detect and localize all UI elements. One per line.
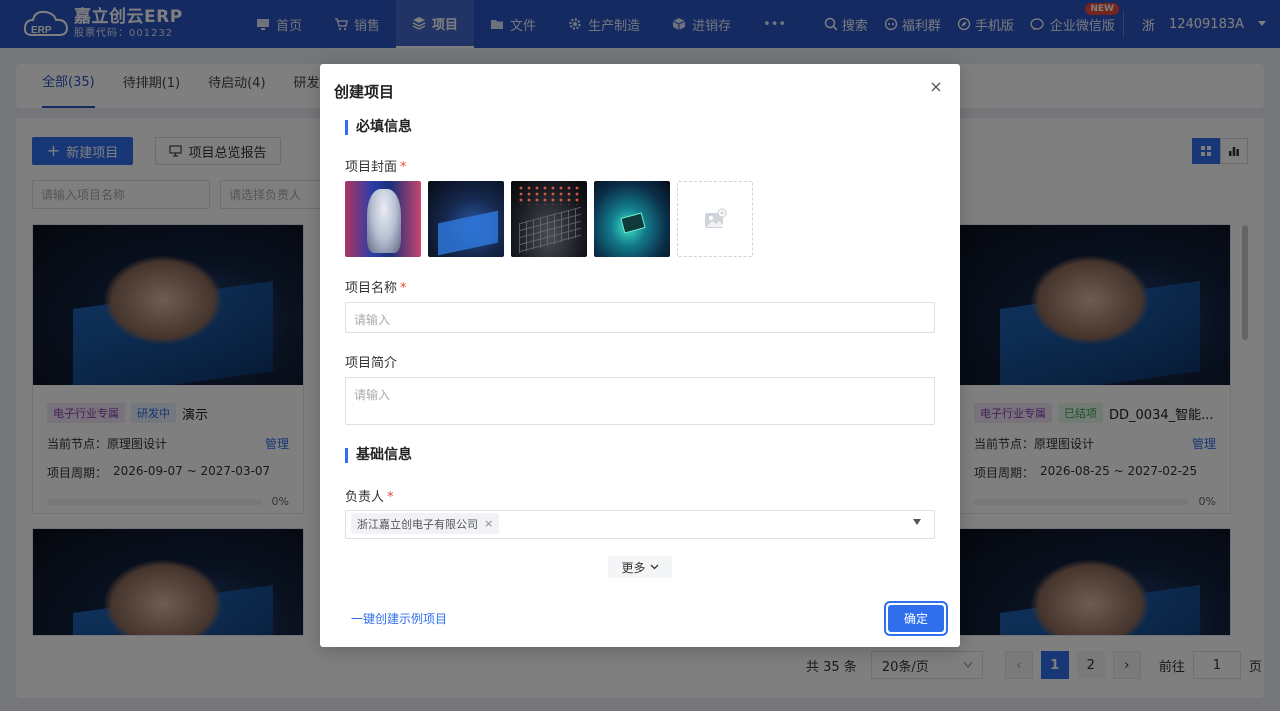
intro-label: 项目简介 [345, 356, 398, 371]
confirm-button[interactable]: 确定 [884, 601, 948, 636]
more-options-button[interactable]: 更多 [608, 556, 672, 578]
cover-label-text: 项目封面 [345, 160, 398, 175]
create-project-dialog: 创建项目 × 必填信息 项目封面 * 项目名称 * 请输入 项目简介 请输入 基础信… [320, 64, 960, 647]
required-mark: * [400, 281, 407, 296]
remove-chip-icon[interactable]: × [484, 517, 493, 530]
cover-option-robot[interactable] [345, 181, 421, 257]
quick-create-sample-link[interactable]: 一键创建示例项目 [351, 610, 447, 627]
confirm-label: 确定 [888, 605, 944, 632]
required-mark: * [400, 160, 407, 175]
name-label-text: 项目名称 [345, 281, 398, 296]
owner-chip: 浙江嘉立创电子有限公司 × [351, 513, 500, 534]
section-basic-heading: 基础信息 [345, 448, 412, 463]
chevron-down-icon [650, 564, 658, 570]
owner-label-text: 负责人 [345, 490, 385, 505]
required-mark: * [387, 490, 394, 505]
cover-option-chip[interactable] [594, 181, 670, 257]
dialog-title: 创建项目 [334, 83, 395, 101]
owner-label: 负责人 * [345, 486, 394, 505]
add-image-icon [705, 208, 727, 228]
more-label: 更多 [621, 560, 646, 575]
project-name-input[interactable]: 请输入 [345, 302, 935, 333]
cover-option-keyboard[interactable] [511, 181, 587, 257]
owner-chip-label: 浙江嘉立创电子有限公司 [357, 517, 478, 531]
project-intro-textarea[interactable]: 请输入 [345, 377, 935, 425]
section-required-heading: 必填信息 [345, 120, 412, 135]
name-label: 项目名称 * [345, 277, 407, 296]
close-icon[interactable]: × [926, 76, 946, 96]
upload-cover-button[interactable] [677, 181, 753, 257]
cover-options [345, 181, 753, 257]
caret-down-icon[interactable] [913, 519, 921, 525]
cover-option-circuit-board[interactable] [428, 181, 504, 257]
cover-label: 项目封面 * [345, 156, 407, 175]
